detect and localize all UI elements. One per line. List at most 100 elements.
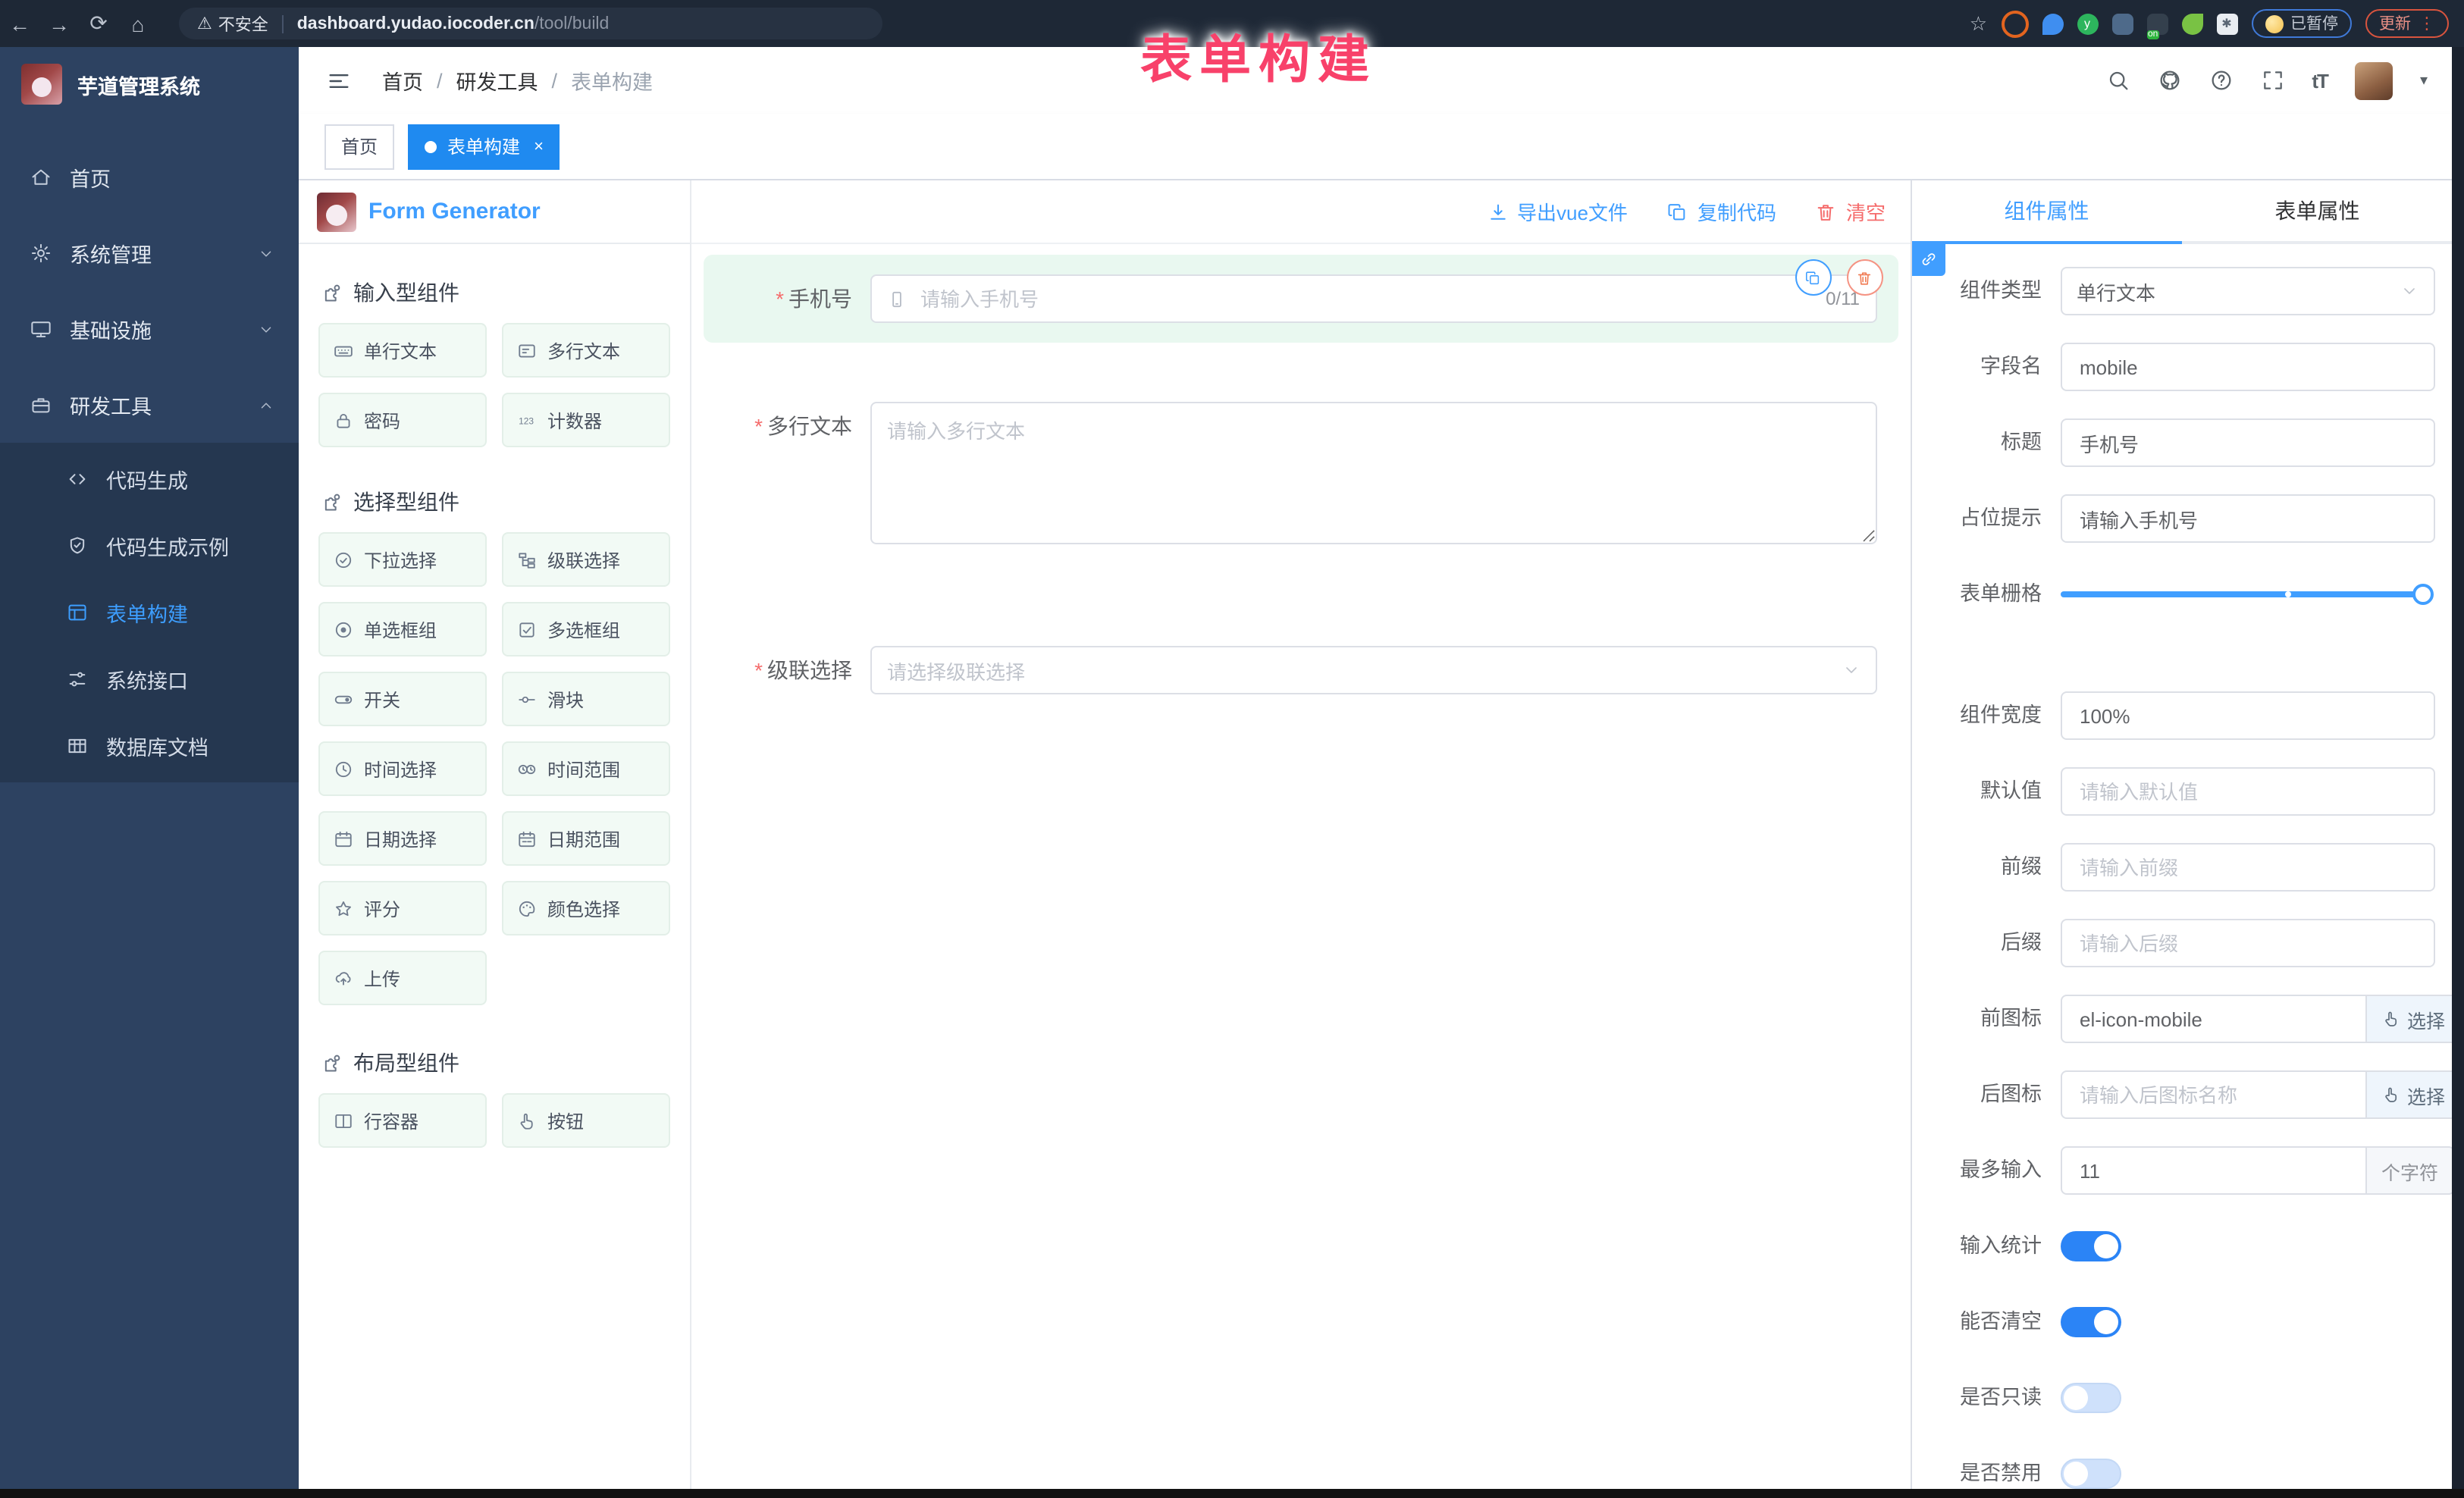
comp-counter[interactable]: 计数器 [502,393,670,447]
extension-icon[interactable]: y [2077,13,2098,34]
app-brand-name: 芋道管理系统 [77,69,200,99]
field-name-input[interactable] [2077,354,2418,380]
extension-icon[interactable] [2181,13,2202,34]
url-host: dashboard.yudao.iocoder.cn [297,14,534,33]
choose-suffix-icon-button[interactable]: 选择 [2366,1070,2462,1119]
sidebar-item-form-builder[interactable]: 表单构建 [0,579,299,646]
default-value-input[interactable] [2077,779,2418,804]
browser-home-icon[interactable]: ⌂ [118,11,158,36]
disabled-switch[interactable] [2060,1459,2121,1489]
comp-date-range[interactable]: 日期范围 [502,811,670,866]
comp-switch[interactable]: 开关 [318,672,487,726]
hamburger-icon[interactable] [326,67,352,93]
suffix-icon-input[interactable] [2077,1082,2350,1108]
comp-time-picker[interactable]: 时间选择 [318,741,487,796]
comp-button[interactable]: 按钮 [502,1093,670,1148]
max-length-input[interactable] [2077,1158,2350,1183]
extension-icon[interactable] [2042,13,2063,34]
show-count-switch[interactable] [2060,1231,2121,1261]
browser-forward-icon[interactable]: → [39,11,79,36]
width-input[interactable] [2077,703,2418,729]
browser-back-icon[interactable]: ← [0,11,39,36]
sidebar-item-system-api[interactable]: 系统接口 [0,646,299,713]
clearable-switch[interactable] [2060,1307,2121,1337]
delete-field-button[interactable] [1846,259,1882,296]
search-icon[interactable] [2105,68,2130,92]
comp-password[interactable]: 密码 [318,393,487,447]
mobile-input[interactable]: 0/11 [870,274,1876,323]
screen: ← → ⟳ ⌂ ⚠不安全 dashboard.yudao.iocoder.cn/… [0,0,2464,1489]
browser-reload-icon[interactable]: ⟳ [79,11,118,36]
comp-time-range[interactable]: 时间范围 [502,741,670,796]
choose-prefix-icon-button[interactable]: 选择 [2366,995,2462,1043]
comp-radio-group[interactable]: 单选框组 [318,602,487,657]
tag-form-builder[interactable]: 表单构建 × [408,124,560,169]
comp-checkbox-group[interactable]: 多选框组 [502,602,670,657]
security-label[interactable]: ⚠不安全 [197,11,268,36]
extension-icon[interactable]: on [2146,13,2168,34]
comp-date-picker[interactable]: 日期选择 [318,811,487,866]
component-type-select[interactable]: 单行文本 [2060,267,2434,315]
browser-menu-icon[interactable]: ⋮ [2419,14,2435,33]
prefix-input[interactable] [2077,854,2418,880]
duplicate-field-button[interactable] [1795,259,1831,296]
prop-row-clearable: 能否清空 [1930,1298,2434,1346]
comp-color-picker[interactable]: 颜色选择 [502,881,670,935]
profile-paused-badge[interactable]: 已暂停 [2251,9,2352,38]
bookmark-star-icon[interactable]: ☆ [1970,11,1987,36]
fullscreen-icon[interactable] [2260,68,2284,92]
copy-code-button[interactable]: 复制代码 [1667,197,1776,226]
github-icon[interactable] [2157,68,2181,92]
divider [282,14,284,33]
comp-select[interactable]: 下拉选择 [318,532,487,587]
extensions-puzzle-icon[interactable]: ✱ [2216,13,2237,34]
cascader-select[interactable]: 请选择级联选择 [870,646,1876,694]
comp-textarea[interactable]: 多行文本 [502,323,670,378]
textarea-field[interactable] [870,402,1876,544]
canvas-field-textarea[interactable]: *多行文本 [704,382,1898,572]
clear-button[interactable]: 清空 [1816,197,1886,226]
grid-slider[interactable] [2060,591,2422,597]
comp-upload[interactable]: 上传 [318,951,487,1005]
address-bar[interactable]: ⚠不安全 dashboard.yudao.iocoder.cn/tool/bui… [179,8,882,39]
suffix-input[interactable] [2077,930,2418,956]
sidebar-item-infrastructure[interactable]: 基础设施 [0,291,299,367]
comp-rate[interactable]: 评分 [318,881,487,935]
sidebar-item-code-generation[interactable]: 代码生成 [0,446,299,512]
mobile-input-field[interactable] [917,286,1815,312]
sidebar-item-dev-tools[interactable]: 研发工具 [0,367,299,443]
placeholder-input[interactable] [2077,506,2418,531]
canvas-field-cascader[interactable]: *级联选择 请选择级联选择 [704,626,1898,714]
radio-icon [334,619,353,639]
prefix-icon-input[interactable] [2077,1006,2350,1032]
comp-row-container[interactable]: 行容器 [318,1093,487,1148]
sidebar-item-home[interactable]: 首页 [0,139,299,215]
canvas-field-mobile[interactable]: *手机号 0/11 [704,255,1898,343]
sidebar-item-code-gen-example[interactable]: 代码生成示例 [0,512,299,579]
user-menu-caret-icon[interactable]: ▾ [2420,72,2428,89]
breadcrumb-dev-tools[interactable]: 研发工具 [456,65,538,96]
title-input[interactable] [2077,430,2418,456]
export-vue-button[interactable]: 导出vue文件 [1487,197,1628,226]
breadcrumb-home[interactable]: 首页 [382,65,423,96]
comp-cascader[interactable]: 级联选择 [502,532,670,587]
font-size-icon[interactable]: tT [2312,69,2328,92]
extension-icon[interactable] [2001,10,2028,37]
sidebar-item-db-doc[interactable]: 数据库文档 [0,713,299,779]
extension-icon[interactable] [2111,13,2133,34]
user-avatar[interactable] [2355,61,2393,99]
drawer-handle[interactable] [1911,241,1945,276]
help-icon[interactable] [2209,68,2233,92]
comp-slider[interactable]: 滑块 [502,672,670,726]
slider-handle[interactable] [2412,584,2433,605]
trash-icon [1816,201,1837,222]
close-icon[interactable]: × [534,137,544,155]
panel-tabs: 组件属性 表单属性 [1911,180,2453,244]
sidebar-item-system-management[interactable]: 系统管理 [0,215,299,291]
tab-component-props[interactable]: 组件属性 [1911,180,2182,241]
readonly-switch[interactable] [2060,1383,2121,1413]
browser-update-button[interactable]: 更新⋮ [2365,9,2449,38]
tab-form-props[interactable]: 表单属性 [2182,180,2453,241]
tag-home[interactable]: 首页 [324,124,394,169]
comp-input-text[interactable]: 单行文本 [318,323,487,378]
